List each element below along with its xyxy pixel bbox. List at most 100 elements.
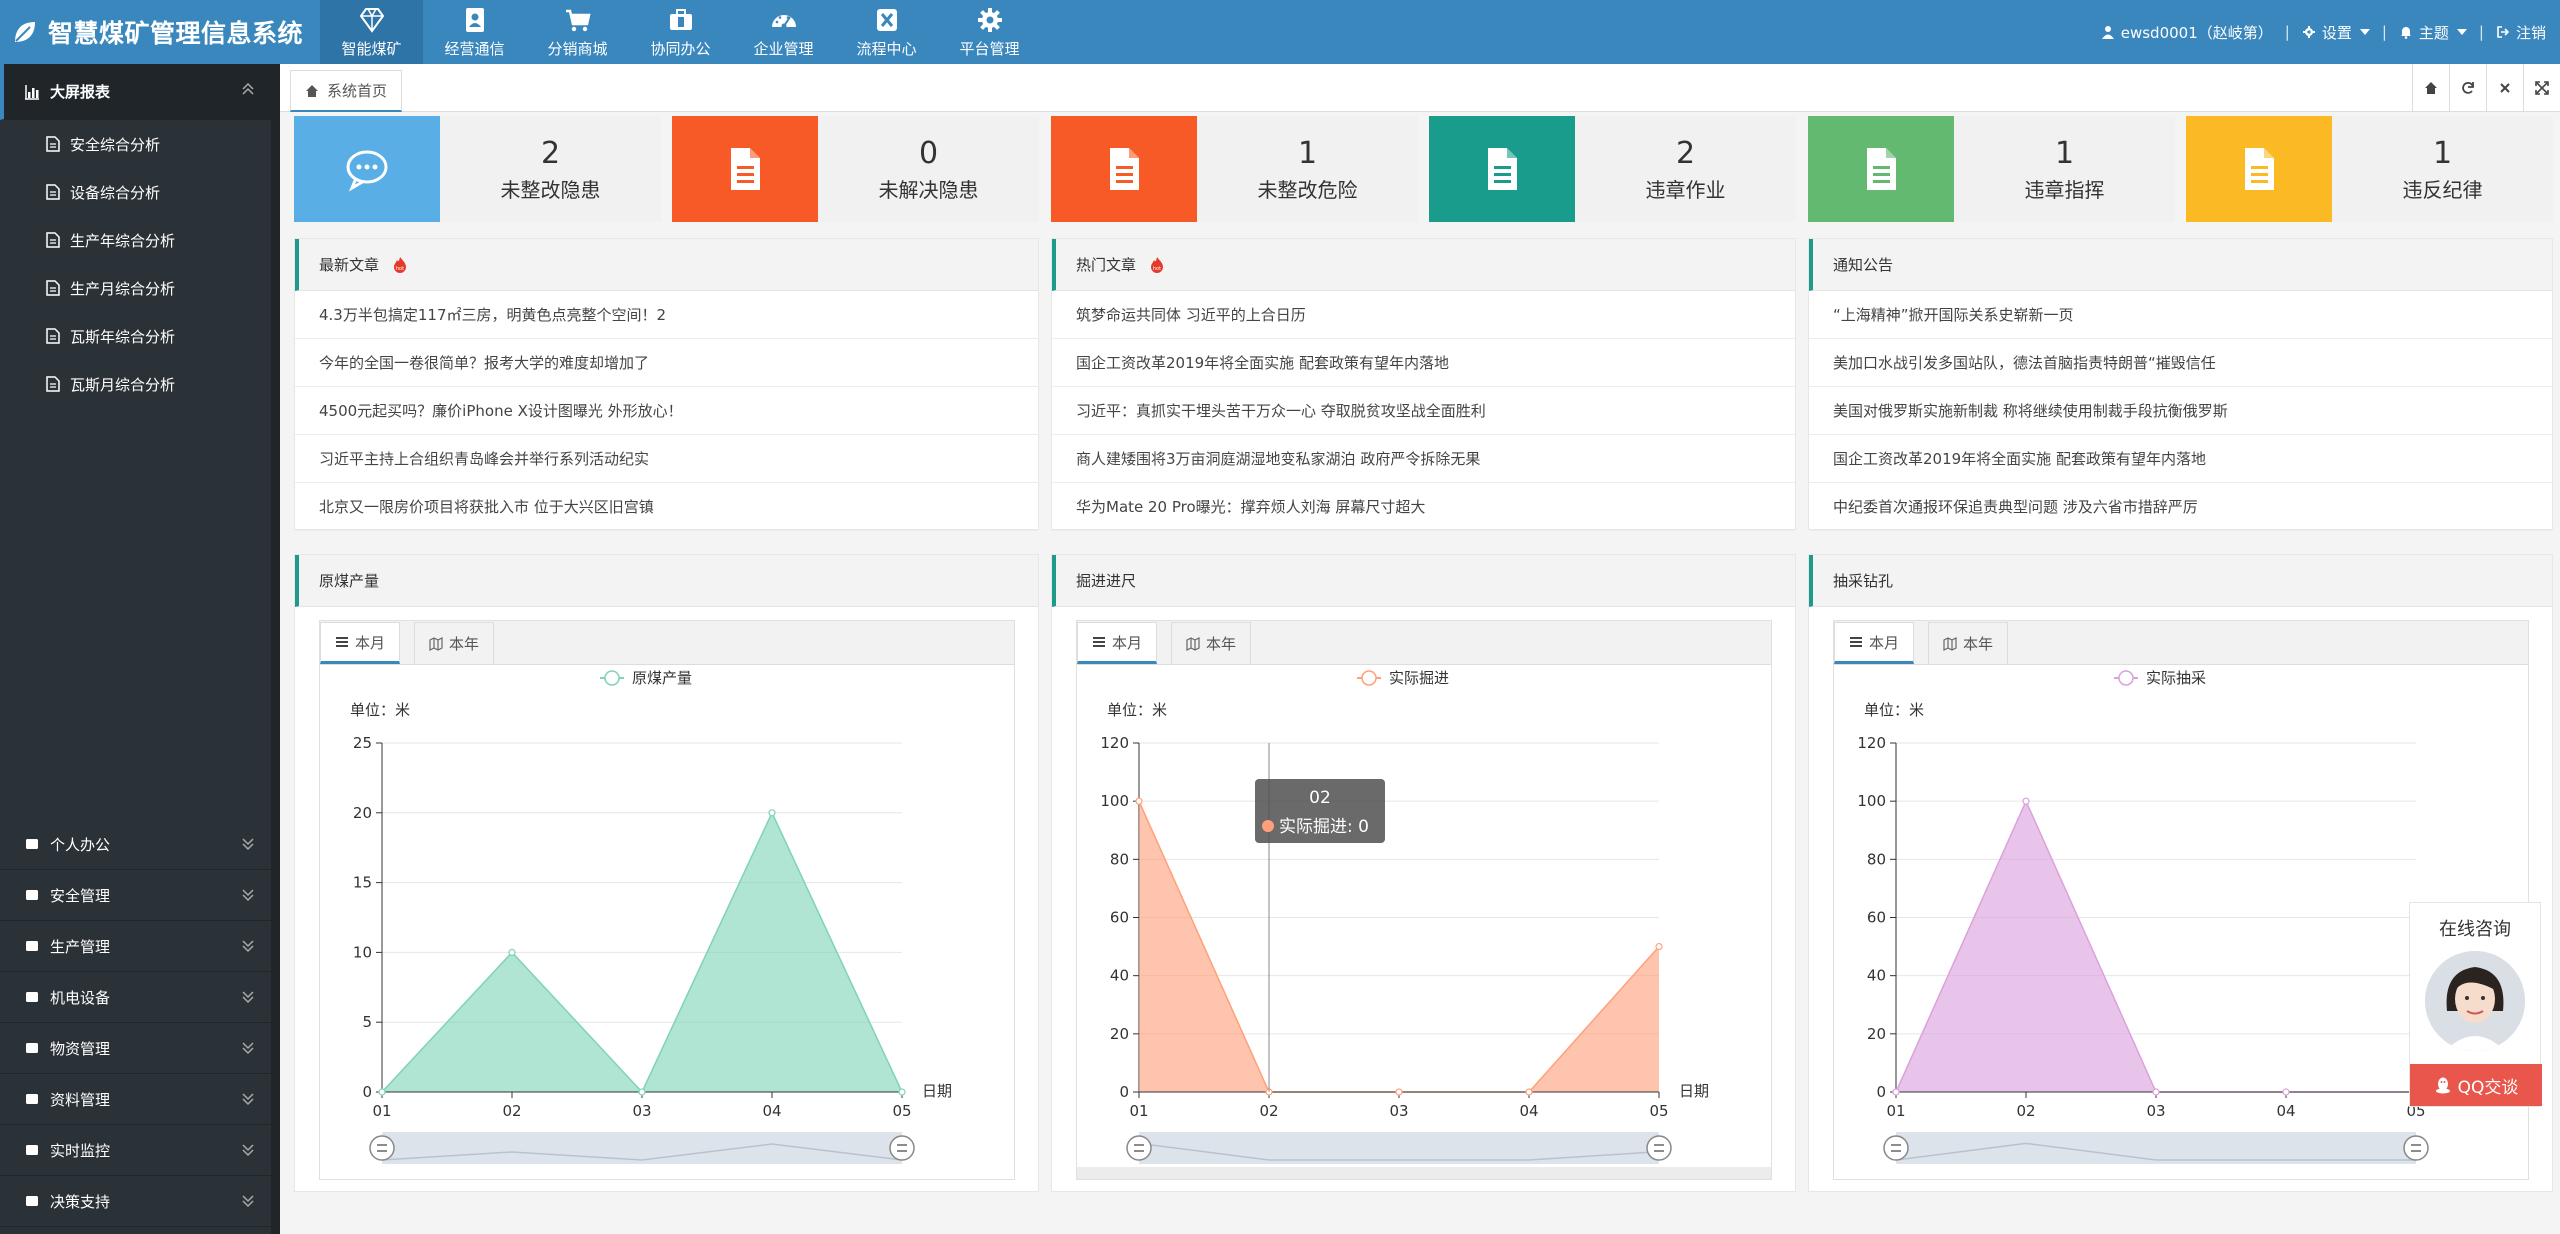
zoom-handle[interactable] (1126, 1135, 1152, 1161)
article-link[interactable]: 今年的全国一卷很简单？报考大学的难度却增加了 (295, 339, 1038, 387)
chart-legend[interactable]: 实际掘进 (1357, 669, 1449, 687)
data-point[interactable] (1395, 1088, 1403, 1096)
sidebar-group[interactable]: 机电设备 (0, 972, 271, 1023)
sidebar-group[interactable]: 资料管理 (0, 1074, 271, 1125)
settings-menu[interactable]: 设置 (2302, 22, 2370, 43)
nav-item-process[interactable]: 流程中心 (835, 0, 938, 64)
data-point[interactable] (1135, 797, 1143, 805)
nav-item-mall[interactable]: 分销商城 (526, 0, 629, 64)
article-link[interactable]: 中纪委首次通报环保追责典型问题 涉及六省市措辞严厉 (1809, 483, 2552, 531)
data-zoom-slider[interactable] (369, 1132, 915, 1164)
chart-legend[interactable]: 实际抽采 (2114, 669, 2206, 687)
legend-label: 原煤产量 (632, 669, 692, 687)
tab-this-year[interactable]: 本年 (1171, 622, 1252, 664)
zoom-handle[interactable] (1646, 1135, 1672, 1161)
sidebar-subitem[interactable]: 设备综合分析 (0, 168, 271, 216)
stat-text: 2 未整改隐患 (440, 116, 661, 222)
tab-this-year[interactable]: 本年 (414, 622, 495, 664)
data-point[interactable] (2152, 1088, 2160, 1096)
data-point[interactable] (768, 809, 776, 817)
stat-text: 1 违章指挥 (1954, 116, 2175, 222)
article-link[interactable]: 国企工资改革2019年将全面实施 配套政策有望年内落地 (1052, 339, 1795, 387)
sidebar-subitem[interactable]: 生产月综合分析 (0, 264, 271, 312)
stat-card[interactable]: 1 未整改危险 (1051, 116, 1418, 222)
sidebar-group[interactable]: 生产管理 (0, 921, 271, 972)
refresh-button[interactable] (2449, 64, 2486, 112)
fullscreen-button[interactable] (2523, 64, 2560, 112)
tab-this-year[interactable]: 本年 (1928, 622, 2009, 664)
article-link[interactable]: 美加口水战引发多国站队，德法首脑指责特朗普“摧毁信任 (1809, 339, 2552, 387)
user-menu[interactable]: ewsd0001（赵岐第） (2101, 22, 2273, 43)
caret-down-icon (2456, 29, 2467, 35)
article-link[interactable]: 习近平：真抓实干埋头苦干万众一心 夺取脱贫攻坚战全面胜利 (1052, 387, 1795, 435)
nav-item-office[interactable]: 协同办公 (629, 0, 732, 64)
tab-this-month[interactable]: 本月 (1077, 622, 1158, 664)
data-point[interactable] (378, 1088, 386, 1096)
nav-item-enterprise[interactable]: 企业管理 (732, 0, 835, 64)
zoom-handle[interactable] (1883, 1135, 1909, 1161)
data-point[interactable] (1655, 942, 1663, 951)
zoom-handle[interactable] (889, 1135, 915, 1161)
data-point[interactable] (2022, 797, 2030, 805)
tab-home[interactable]: 系统首页 (290, 70, 403, 112)
article-link[interactable]: 美国对俄罗斯实施新制裁 称将继续使用制裁手段抗衡俄罗斯 (1809, 387, 2552, 435)
qq-chat-button[interactable]: QQ交谈 (2410, 1064, 2542, 1106)
zoom-handle[interactable] (2403, 1135, 2429, 1161)
tab-this-month[interactable]: 本月 (320, 622, 401, 664)
sidebar-group[interactable]: 决策支持 (0, 1176, 271, 1227)
article-link[interactable]: 北京又一限房价项目将获批入市 位于大兴区旧宫镇 (295, 483, 1038, 531)
sidebar-subitem[interactable]: 瓦斯月综合分析 (0, 360, 271, 408)
stat-card[interactable]: 1 违章指挥 (1808, 116, 2175, 222)
data-point[interactable] (508, 948, 516, 956)
consult-title: 在线咨询 (2439, 919, 2511, 940)
article-link[interactable]: 习近平主持上合组织青岛峰会并举行系列活动纪实 (295, 435, 1038, 483)
zoom-handle[interactable] (369, 1135, 395, 1161)
sidebar-group[interactable]: 个人办公 (0, 819, 271, 870)
data-point[interactable] (1525, 1088, 1533, 1096)
sidebar-group[interactable]: 物资管理 (0, 1023, 271, 1074)
data-point[interactable] (2282, 1088, 2290, 1096)
article-link[interactable]: 华为Mate 20 Pro曝光：撑弃烦人刘海 屏幕尺寸超大 (1052, 483, 1795, 531)
sidebar-subitem-label: 生产月综合分析 (70, 279, 176, 298)
y-tick-label: 5 (362, 1013, 372, 1031)
brand[interactable]: 智慧煤矿管理信息系统 (0, 0, 320, 64)
stat-card[interactable]: 2 未整改隐患 (294, 116, 661, 222)
nav-item-business[interactable]: 经营通信 (423, 0, 526, 64)
data-zoom-slider[interactable] (1126, 1132, 1672, 1164)
close-tab-button[interactable] (2486, 64, 2523, 112)
hot-badge-icon: hot (1151, 256, 1164, 273)
data-point[interactable] (898, 1088, 906, 1096)
chart-legend[interactable]: 原煤产量 (600, 669, 692, 687)
logout-button[interactable]: 注销 (2496, 22, 2546, 43)
sidebar-subitem[interactable]: 生产年综合分析 (0, 216, 271, 264)
sidebar-subitem[interactable]: 安全综合分析 (0, 120, 271, 168)
unit-label: 单位：米 (1107, 701, 1167, 719)
tab-this-month[interactable]: 本月 (1834, 622, 1915, 664)
sidebar-group-dashboard[interactable]: 大屏报表 (0, 64, 271, 120)
article-link[interactable]: 4500元起买吗？廉价iPhone X设计图曝光 外形放心！ (295, 387, 1038, 435)
article-link[interactable]: 国企工资改革2019年将全面实施 配套政策有望年内落地 (1809, 435, 2552, 483)
article-link[interactable]: 4.3万半包搞定117㎡三房，明黄色点亮整个空间！2 (295, 291, 1038, 339)
article-link[interactable]: 商人建矮围将3万亩洞庭湖湿地变私家湖泊 政府严令拆除无果 (1052, 435, 1795, 483)
top-bar: 智慧煤矿管理信息系统 智能煤矿 经营通信 分销商城 协同办公 企业管理 流程中心 (0, 0, 2560, 64)
unit-label: 单位：米 (350, 701, 410, 719)
stat-card[interactable]: 0 未解决隐患 (672, 116, 1039, 222)
nav-item-smart-mine[interactable]: 智能煤矿 (320, 0, 423, 64)
stat-card[interactable]: 1 违反纪律 (2186, 116, 2553, 222)
legend-marker (604, 670, 620, 686)
sidebar-group[interactable]: 安全管理 (0, 870, 271, 921)
article-link[interactable]: “上海精神”掀开国际关系史崭新一页 (1809, 291, 2552, 339)
nav-item-platform[interactable]: 平台管理 (938, 0, 1041, 64)
theme-menu[interactable]: 主题 (2399, 22, 2467, 43)
article-link[interactable]: 筑梦命运共同体 习近平的上合日历 (1052, 291, 1795, 339)
data-point[interactable] (638, 1088, 646, 1096)
data-zoom-slider[interactable] (1883, 1132, 2429, 1164)
home-tool-button[interactable] (2412, 64, 2449, 112)
stat-icon-box (2186, 116, 2332, 222)
x-tick-label: 02 (2016, 1102, 2035, 1120)
data-point[interactable] (1892, 1088, 1900, 1096)
sidebar-subitem[interactable]: 瓦斯年综合分析 (0, 312, 271, 360)
sidebar-group[interactable]: 实时监控 (0, 1125, 271, 1176)
stat-card[interactable]: 2 违章作业 (1429, 116, 1796, 222)
chevron-down-double-icon (242, 940, 254, 953)
